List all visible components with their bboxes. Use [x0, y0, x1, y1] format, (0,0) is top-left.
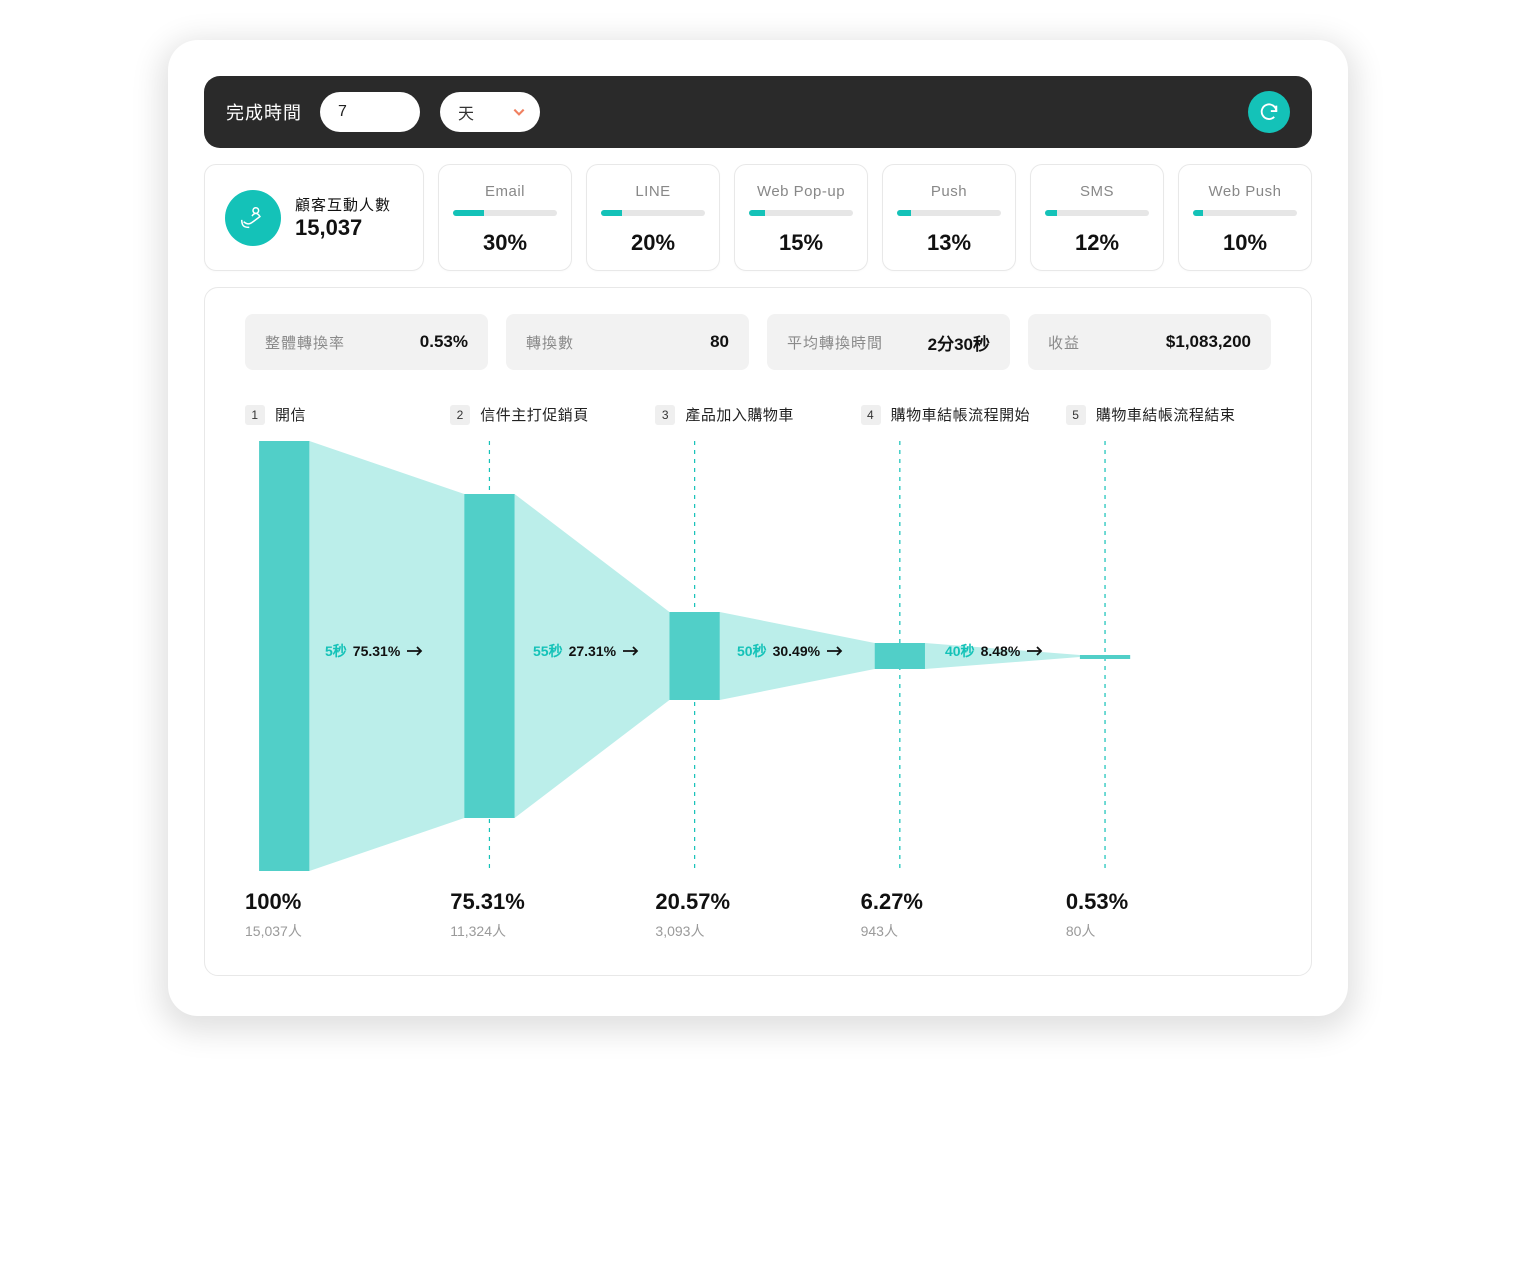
channel-percent: 15% [779, 230, 823, 256]
channel-name: Web Pop-up [757, 183, 845, 200]
arrow-right-icon [406, 645, 424, 657]
stage-footer-5: 0.53% 80人 [1066, 889, 1271, 941]
duration-input[interactable] [320, 92, 420, 132]
total-label: 顧客互動人數 [295, 194, 391, 215]
kpi-overall-rate: 整體轉換率 0.53% [245, 314, 488, 370]
stage-footer-1: 100% 15,037人 [245, 889, 450, 941]
channel-sms: SMS 12% [1030, 164, 1164, 271]
stage-headers: 1 開信 2 信件主打促銷頁 3 產品加入購物車 4 購物車結帳流程開始 5 購… [245, 404, 1271, 425]
transition-3: 50秒 30.49% [737, 641, 844, 661]
duration-unit-value: 天 [458, 100, 474, 124]
transition-1: 5秒 75.31% [325, 641, 424, 661]
customers-icon [225, 190, 281, 246]
channel-bar [749, 210, 853, 216]
arrow-right-icon [1026, 645, 1044, 657]
channel-percent: 12% [1075, 230, 1119, 256]
arrow-right-icon [622, 645, 640, 657]
channel-bar [453, 210, 557, 216]
channel-push: Push 13% [882, 164, 1016, 271]
dashboard-card: 完成時間 天 顧客互動人數 [168, 40, 1348, 1016]
channel-name: LINE [635, 183, 670, 200]
channel-name: Web Push [1209, 183, 1282, 200]
refresh-button[interactable] [1248, 91, 1290, 133]
channel-name: SMS [1080, 183, 1114, 200]
stage-footers: 100% 15,037人 75.31% 11,324人 20.57% 3,093… [245, 889, 1271, 941]
total-customers-panel: 顧客互動人數 15,037 [204, 164, 424, 271]
stage-head-2: 2 信件主打促銷頁 [450, 404, 655, 425]
arrow-right-icon [826, 645, 844, 657]
stage-head-1: 1 開信 [245, 404, 450, 425]
topbar: 完成時間 天 [204, 76, 1312, 148]
topbar-label: 完成時間 [226, 99, 302, 125]
refresh-icon [1258, 101, 1280, 123]
transition-4: 40秒 8.48% [945, 641, 1044, 661]
channel-bar [1045, 210, 1149, 216]
channel-percent: 13% [927, 230, 971, 256]
chevron-down-icon [512, 105, 526, 119]
stage-head-3: 3 產品加入購物車 [655, 404, 860, 425]
funnel-panel: 整體轉換率 0.53% 轉換數 80 平均轉換時間 2分30秒 收益 $1,08… [204, 287, 1312, 976]
channel-bar [897, 210, 1001, 216]
stage-footer-3: 20.57% 3,093人 [655, 889, 860, 941]
stage-footer-2: 75.31% 11,324人 [450, 889, 655, 941]
stage-head-4: 4 購物車結帳流程開始 [861, 404, 1066, 425]
channel-bar [1193, 210, 1297, 216]
channel-web-push: Web Push 10% [1178, 164, 1312, 271]
channel-percent: 30% [483, 230, 527, 256]
channels-row: 顧客互動人數 15,037 Email 30% LINE 20% Web Pop… [204, 164, 1312, 271]
channel-name: Email [485, 183, 525, 200]
kpi-conversions: 轉換數 80 [506, 314, 749, 370]
duration-unit-select[interactable]: 天 [440, 92, 540, 132]
channel-email: Email 30% [438, 164, 572, 271]
stage-footer-4: 6.27% 943人 [861, 889, 1066, 941]
channel-web-popup: Web Pop-up 15% [734, 164, 868, 271]
channel-bar [601, 210, 705, 216]
channel-line: LINE 20% [586, 164, 720, 271]
total-value: 15,037 [295, 215, 391, 241]
funnel-chart: 5秒 75.31% 55秒 27.31% 50秒 30.49% 40秒 8.48… [245, 441, 1271, 871]
stage-head-5: 5 購物車結帳流程結束 [1066, 404, 1271, 425]
transition-2: 55秒 27.31% [533, 641, 640, 661]
channel-percent: 20% [631, 230, 675, 256]
channel-name: Push [931, 183, 967, 200]
kpi-avg-time: 平均轉換時間 2分30秒 [767, 314, 1010, 370]
kpi-revenue: 收益 $1,083,200 [1028, 314, 1271, 370]
channel-percent: 10% [1223, 230, 1267, 256]
kpi-row: 整體轉換率 0.53% 轉換數 80 平均轉換時間 2分30秒 收益 $1,08… [245, 314, 1271, 370]
